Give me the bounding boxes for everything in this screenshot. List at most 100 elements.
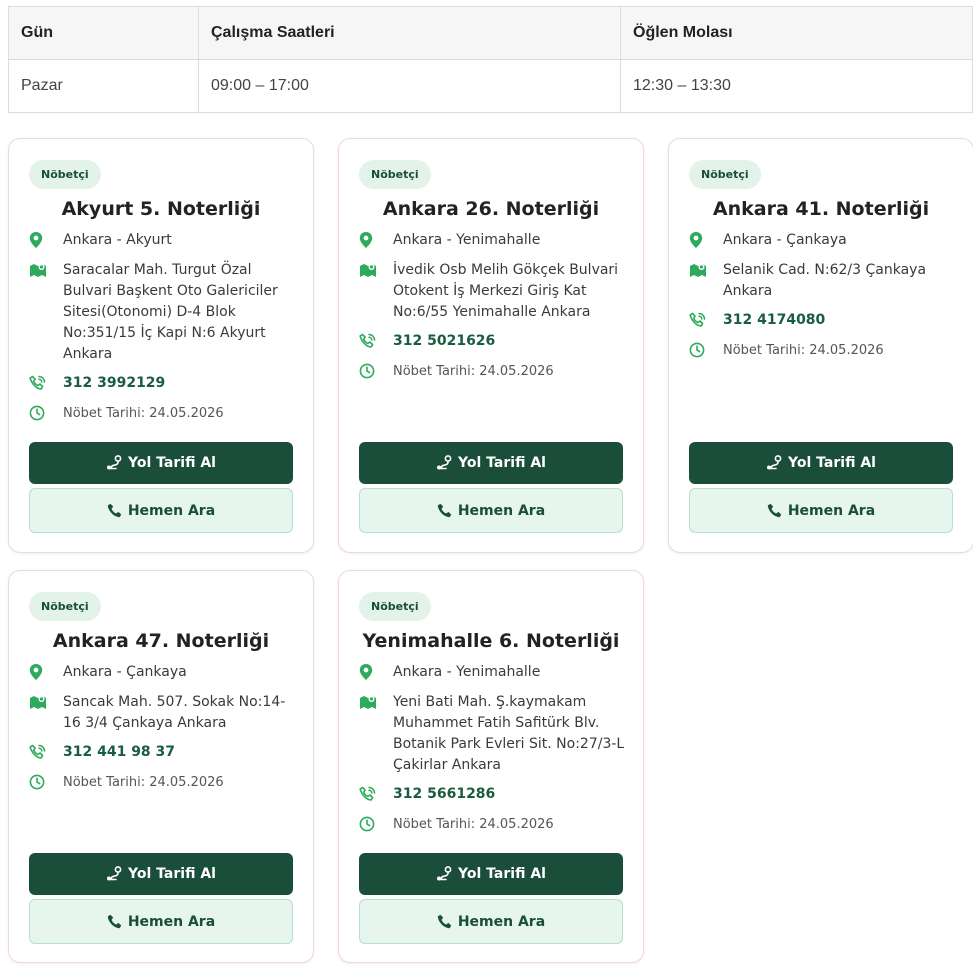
table-row: Pazar 09:00 – 17:00 12:30 – 13:30 (8, 59, 973, 113)
call-now-label: Hemen Ara (457, 502, 546, 519)
address-row: Saracalar Mah. Turgut Özal Bulvari Başke… (29, 260, 299, 365)
route-icon (106, 455, 122, 471)
call-now-button[interactable]: Hemen Ara (689, 488, 953, 533)
on-duty-badge: Nöbetçi (29, 592, 101, 621)
map-icon (359, 692, 393, 710)
phone-volume-icon (359, 331, 393, 350)
get-directions-button[interactable]: Yol Tarifi Al (359, 442, 623, 484)
phone-volume-icon (29, 742, 63, 761)
duty-date-text: Nöbet Tarihi: 24.05.2026 (393, 364, 554, 379)
get-directions-button[interactable]: Yol Tarifi Al (689, 442, 953, 484)
notary-name: Ankara 41. Noterliği (712, 198, 930, 220)
cell-working-hours: 09:00 – 17:00 (198, 59, 621, 113)
map-icon (29, 260, 63, 278)
duty-date-row: Nöbet Tarihi: 24.05.2026 (359, 814, 629, 835)
address-text: Selanik Cad. N:62/3 Çankaya Ankara (723, 262, 927, 299)
get-directions-button[interactable]: Yol Tarifi Al (359, 853, 623, 895)
get-directions-button[interactable]: Yol Tarifi Al (29, 853, 293, 895)
call-now-label: Hemen Ara (127, 502, 216, 519)
notary-name: Akyurt 5. Noterliği (61, 198, 261, 220)
notary-card-2: Nöbetçi Ankara 26. Noterliği Ankara - Ye… (338, 138, 644, 553)
notary-card-5: Nöbetçi Yenimahalle 6. Noterliği Ankara … (338, 570, 644, 963)
get-directions-button[interactable]: Yol Tarifi Al (29, 442, 293, 484)
cell-day: Pazar (8, 59, 199, 113)
location-row: Ankara - Çankaya (29, 662, 299, 683)
call-now-button[interactable]: Hemen Ara (29, 488, 293, 533)
header-working-hours: Çalışma Saatleri (198, 6, 621, 60)
phone-volume-icon (689, 310, 723, 329)
get-directions-label: Yol Tarifi Al (458, 455, 546, 471)
map-icon (689, 260, 723, 278)
call-now-label: Hemen Ara (787, 502, 876, 519)
working-hours-table: Gün Çalışma Saatleri Öğlen Molası Pazar … (8, 6, 973, 113)
clock-icon (359, 814, 393, 832)
call-now-label: Hemen Ara (457, 913, 546, 930)
phone-number[interactable]: 312 441 98 37 (63, 742, 175, 763)
on-duty-badge: Nöbetçi (689, 160, 761, 189)
call-now-button[interactable]: Hemen Ara (29, 899, 293, 944)
map-icon (29, 692, 63, 710)
phone-number[interactable]: 312 5661286 (393, 784, 495, 805)
phone-volume-icon (29, 373, 63, 392)
phone-icon (107, 914, 122, 929)
call-now-button[interactable]: Hemen Ara (359, 488, 623, 533)
get-directions-label: Yol Tarifi Al (128, 455, 216, 471)
phone-icon (437, 503, 452, 518)
location-pin-icon (359, 230, 393, 248)
duty-date-text: Nöbet Tarihi: 24.05.2026 (393, 817, 554, 832)
header-day: Gün (8, 6, 199, 60)
location-text: Ankara - Akyurt (63, 232, 172, 248)
address-text: İvedik Osb Melih Gökçek Bulvari Otokent … (393, 262, 619, 320)
location-row: Ankara - Çankaya (689, 230, 959, 251)
address-text: Saracalar Mah. Turgut Özal Bulvari Başke… (63, 262, 278, 362)
notary-name: Yenimahalle 6. Noterliği (362, 630, 620, 652)
on-duty-badge: Nöbetçi (359, 592, 431, 621)
location-pin-icon (29, 662, 63, 680)
phone-row: 312 441 98 37 (29, 742, 299, 763)
phone-row: 312 3992129 (29, 373, 299, 394)
location-row: Ankara - Yenimahalle (359, 662, 629, 683)
location-row: Ankara - Yenimahalle (359, 230, 629, 251)
notary-card-3: Nöbetçi Ankara 41. Noterliği Ankara - Ça… (668, 138, 973, 553)
route-icon (436, 455, 452, 471)
location-pin-icon (359, 662, 393, 680)
clock-icon (359, 361, 393, 379)
clock-icon (689, 340, 723, 358)
get-directions-label: Yol Tarifi Al (458, 866, 546, 882)
get-directions-label: Yol Tarifi Al (128, 866, 216, 882)
clock-icon (29, 403, 63, 421)
location-text: Ankara - Yenimahalle (393, 232, 541, 248)
duty-date-row: Nöbet Tarihi: 24.05.2026 (359, 361, 629, 382)
route-icon (436, 866, 452, 882)
duty-date-text: Nöbet Tarihi: 24.05.2026 (723, 343, 884, 358)
clock-icon (29, 772, 63, 790)
cell-lunch-break: 12:30 – 13:30 (620, 59, 973, 113)
notary-name: Ankara 26. Noterliği (382, 198, 600, 220)
phone-number[interactable]: 312 3992129 (63, 373, 165, 394)
duty-date-text: Nöbet Tarihi: 24.05.2026 (63, 406, 224, 421)
phone-number[interactable]: 312 4174080 (723, 310, 825, 331)
notary-card-4: Nöbetçi Ankara 47. Noterliği Ankara - Ça… (8, 570, 314, 963)
phone-icon (437, 914, 452, 929)
duty-date-text: Nöbet Tarihi: 24.05.2026 (63, 775, 224, 790)
address-row: Selanik Cad. N:62/3 Çankaya Ankara (689, 260, 959, 302)
location-text: Ankara - Çankaya (63, 664, 187, 680)
phone-row: 312 5661286 (359, 784, 629, 805)
call-now-button[interactable]: Hemen Ara (359, 899, 623, 944)
route-icon (766, 455, 782, 471)
phone-volume-icon (359, 784, 393, 803)
phone-icon (107, 503, 122, 518)
location-text: Ankara - Çankaya (723, 232, 847, 248)
location-row: Ankara - Akyurt (29, 230, 299, 251)
notary-name: Ankara 47. Noterliği (52, 630, 270, 652)
phone-number[interactable]: 312 5021626 (393, 331, 495, 352)
location-pin-icon (689, 230, 723, 248)
map-icon (359, 260, 393, 278)
duty-date-row: Nöbet Tarihi: 24.05.2026 (29, 403, 299, 424)
address-row: İvedik Osb Melih Gökçek Bulvari Otokent … (359, 260, 629, 323)
address-row: Sancak Mah. 507. Sokak No:14-16 3/4 Çank… (29, 692, 299, 734)
notary-card-1: Nöbetçi Akyurt 5. Noterliği Ankara - Aky… (8, 138, 314, 553)
table-header-row: Gün Çalışma Saatleri Öğlen Molası (8, 6, 973, 60)
duty-date-row: Nöbet Tarihi: 24.05.2026 (29, 772, 299, 793)
route-icon (106, 866, 122, 882)
